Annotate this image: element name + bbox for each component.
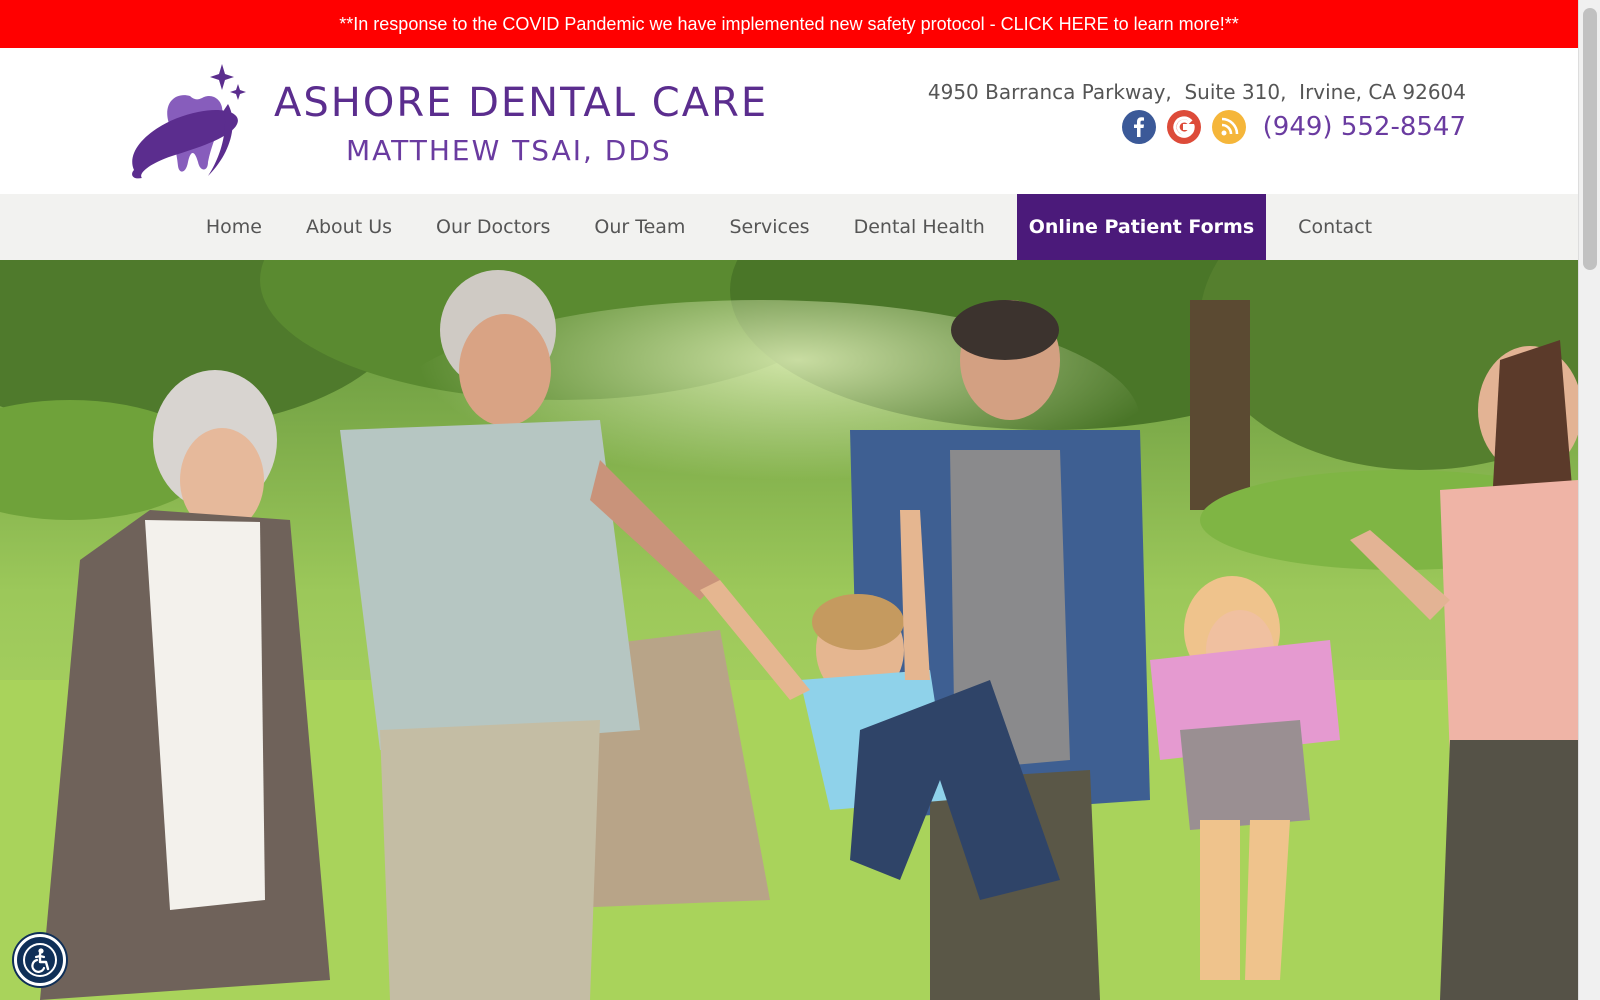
nav-item-contact[interactable]: Contact	[1286, 194, 1384, 260]
nav-item-our-team[interactable]: Our Team	[582, 194, 697, 260]
office-address: 4950 Barranca Parkway, Suite 310, Irvine…	[927, 80, 1466, 104]
nav-item-about-us[interactable]: About Us	[294, 194, 404, 260]
scrollbar-thumb[interactable]	[1583, 8, 1597, 270]
page: **In response to the COVID Pandemic we h…	[0, 0, 1600, 1000]
google-icon[interactable]	[1166, 110, 1201, 144]
main-nav: Home About Us Our Doctors Our Team Servi…	[0, 194, 1578, 260]
family-in-park-photo	[0, 260, 1578, 1000]
nav-item-home[interactable]: Home	[194, 194, 274, 260]
rss-icon[interactable]	[1211, 110, 1246, 144]
covid-banner-link[interactable]: **In response to the COVID Pandemic we h…	[0, 0, 1578, 48]
logo-subtitle: MATTHEW TSAI, DDS	[346, 134, 672, 167]
logo-title: ASHORE DENTAL CARE	[274, 80, 769, 126]
facebook-icon[interactable]	[1121, 110, 1156, 144]
page-scrollbar[interactable]	[1578, 0, 1600, 1000]
accessibility-icon	[23, 943, 57, 977]
site-logo[interactable]: ASHORE DENTAL CARE MATTHEW TSAI, DDS	[128, 62, 766, 186]
nav-item-online-patient-forms[interactable]: Online Patient Forms	[1016, 194, 1267, 260]
contact-row: (949) 552-8547	[1121, 110, 1466, 144]
nav-item-our-doctors[interactable]: Our Doctors	[424, 194, 562, 260]
nav-item-services[interactable]: Services	[717, 194, 821, 260]
accessibility-button[interactable]	[14, 934, 66, 986]
phone-number-link[interactable]: (949) 552-8547	[1263, 112, 1466, 142]
hero-banner	[0, 260, 1578, 1000]
nav-item-dental-health[interactable]: Dental Health	[842, 194, 997, 260]
tooth-orbit-logo-icon	[132, 64, 246, 179]
site-header: ASHORE DENTAL CARE MATTHEW TSAI, DDS 495…	[0, 48, 1578, 194]
